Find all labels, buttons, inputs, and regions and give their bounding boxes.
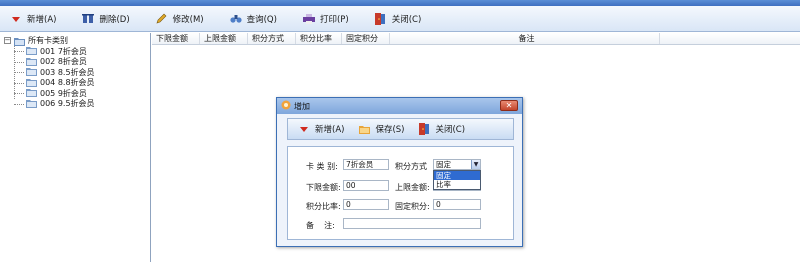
dialog-title: 增加 (294, 101, 310, 111)
exit-door-icon (418, 123, 430, 135)
column-header[interactable]: 下限金额 (152, 33, 200, 44)
remark-label: 备 注: (306, 221, 335, 230)
delete-button-label: 删除(D) (99, 14, 130, 25)
dialog-add-label: 新增(A) (315, 125, 345, 135)
tree-item-label: 003 8.5折会员 (40, 67, 95, 77)
add-icon (298, 123, 310, 135)
pencil-icon (156, 13, 168, 25)
fixed-points-label: 固定积分: (395, 202, 430, 211)
tree-item[interactable]: 002 8折会员 (0, 57, 150, 68)
remark-field[interactable] (343, 218, 481, 229)
upper-limit-label: 上限金额: (395, 183, 430, 192)
folder-icon (14, 37, 25, 46)
dialog-close-tool-button[interactable]: 关闭(C) (414, 119, 469, 139)
folder-icon (26, 47, 37, 56)
lower-limit-field[interactable]: 00 (343, 180, 389, 191)
folder-icon (26, 99, 37, 108)
add-icon (10, 13, 22, 25)
points-method-label: 积分方式 (395, 162, 427, 171)
add-button-label: 新增(A) (27, 14, 57, 25)
collapse-icon[interactable]: − (4, 37, 11, 44)
card-type-field[interactable]: 7折会员 (343, 159, 389, 170)
close-icon: ✕ (505, 101, 513, 110)
close-button-label: 关闭(C) (391, 14, 422, 25)
modify-button-label: 修改(M) (172, 14, 204, 25)
folder-icon (26, 57, 37, 66)
tree-item-label: 006 9.5折会员 (40, 99, 95, 109)
folder-icon (26, 78, 37, 87)
tree-item[interactable]: 003 8.5折会员 (0, 67, 150, 78)
modify-button[interactable]: 修改(M) (150, 9, 210, 29)
chevron-down-icon[interactable]: ▼ (471, 160, 480, 169)
delete-button[interactable]: 删除(D) (76, 9, 135, 29)
tree-item-label: 004 8.8折会员 (40, 78, 95, 88)
dropdown-option[interactable]: 固定 (434, 171, 480, 180)
query-button-label: 查询(Q) (246, 14, 277, 25)
column-header[interactable]: 固定积分 (342, 33, 390, 44)
dropdown-option[interactable]: 比率 (434, 180, 480, 189)
folder-icon (26, 68, 37, 77)
add-dialog: 增加 ✕ 新增(A) 保存(S) 关闭(C) 卡 类 别: 7折会员 积分方式 … (276, 97, 523, 247)
tree-item[interactable]: 004 8.8折会员 (0, 78, 150, 89)
fixed-points-field[interactable]: 0 (433, 199, 481, 210)
print-button[interactable]: 打印(P) (297, 9, 355, 29)
printer-icon (302, 13, 315, 25)
tree-item[interactable]: 001 7折会员 (0, 46, 150, 57)
save-icon (358, 123, 370, 135)
dialog-form: 卡 类 别: 7折会员 积分方式 固定 ▼ 下限金额: 00 上限金额: 积分比… (287, 146, 514, 240)
column-header[interactable]: 积分比率 (296, 33, 342, 44)
tree-item[interactable]: 006 9.5折会员 (0, 99, 150, 110)
lower-limit-label: 下限金额: (306, 183, 341, 192)
column-header[interactable]: 积分方式 (248, 33, 296, 44)
card-type-tree: − 所有卡类别 001 7折会员 002 8折会员 003 8.5折会员 004… (0, 33, 151, 262)
main-toolbar: 新增(A) 删除(D) 修改(M) 查询(Q) 打印(P) 关闭(C) (0, 6, 800, 32)
dialog-add-button[interactable]: 新增(A) (294, 119, 348, 139)
delete-icon (82, 13, 95, 25)
dialog-close-label: 关闭(C) (435, 125, 466, 135)
column-header[interactable]: 备注 (390, 33, 660, 44)
points-ratio-field[interactable]: 0 (343, 199, 389, 210)
app-icon (281, 100, 291, 113)
tree-root[interactable]: − 所有卡类别 (0, 35, 150, 46)
dialog-close-button[interactable]: ✕ (500, 100, 518, 111)
tree-item[interactable]: 005 9折会员 (0, 88, 150, 99)
print-button-label: 打印(P) (319, 14, 349, 25)
folder-icon (26, 89, 37, 98)
points-method-select[interactable]: 固定 ▼ (433, 159, 481, 170)
tree-root-label: 所有卡类别 (28, 36, 68, 45)
dialog-toolbar: 新增(A) 保存(S) 关闭(C) (287, 118, 514, 140)
dialog-save-button[interactable]: 保存(S) (354, 119, 408, 139)
tree-item-label: 005 9折会员 (40, 88, 87, 98)
exit-door-icon (375, 12, 387, 25)
card-type-label: 卡 类 别: (306, 162, 338, 171)
tree-item-label: 001 7折会员 (40, 46, 87, 56)
column-header[interactable]: 上限金额 (200, 33, 248, 44)
tree-item-label: 002 8折会员 (40, 57, 87, 67)
binoculars-icon (230, 13, 242, 25)
add-button[interactable]: 新增(A) (4, 9, 62, 29)
dialog-titlebar[interactable]: 增加 ✕ (277, 98, 522, 114)
dialog-save-label: 保存(S) (375, 125, 405, 135)
points-ratio-label: 积分比率: (306, 202, 341, 211)
query-button[interactable]: 查询(Q) (224, 9, 283, 29)
points-method-value: 固定 (436, 160, 451, 169)
points-method-dropdown: 固定 比率 (433, 170, 481, 190)
close-button[interactable]: 关闭(C) (369, 9, 428, 29)
grid-header: 下限金额 上限金额 积分方式 积分比率 固定积分 备注 (152, 33, 800, 45)
